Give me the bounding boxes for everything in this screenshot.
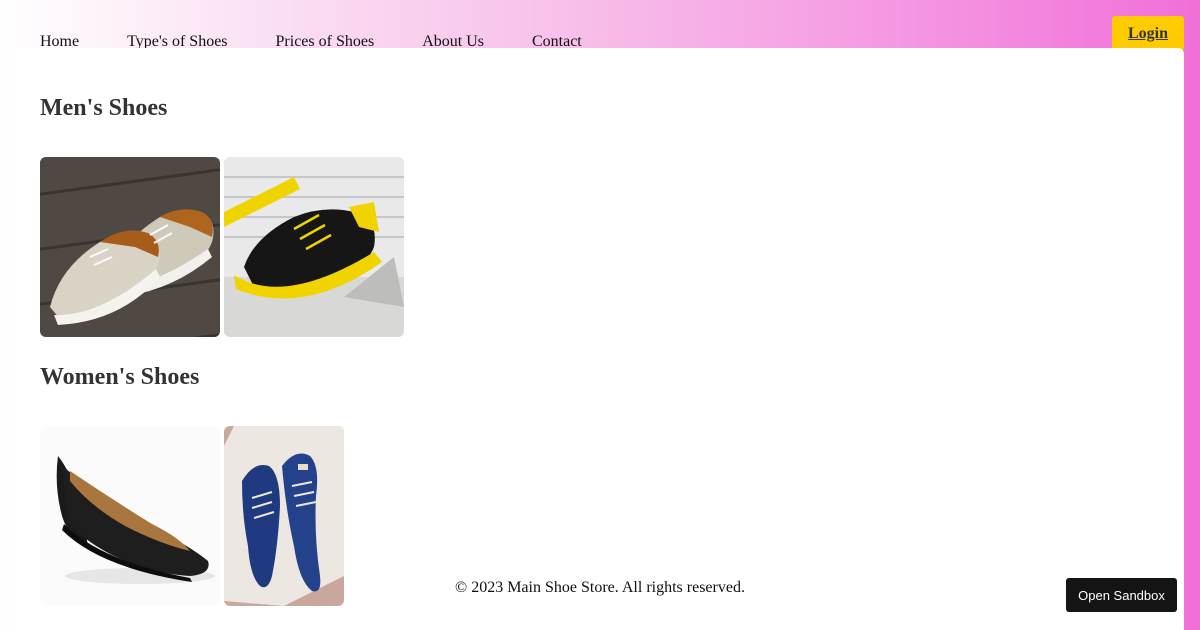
womens-shoes-title: Women's Shoes [40,364,200,390]
open-sandbox-button[interactable]: Open Sandbox [1066,578,1177,612]
brown-mesh-sneakers-image[interactable] [40,157,220,337]
content-panel: Men's Shoes Women's Shoes [16,48,1184,630]
mens-shoes-title: Men's Shoes [40,95,168,121]
black-yellow-sneakers-image[interactable] [224,157,404,337]
login-button[interactable]: Login [1112,16,1184,51]
footer-copyright: © 2023 Main Shoe Store. All rights reser… [455,579,745,596]
